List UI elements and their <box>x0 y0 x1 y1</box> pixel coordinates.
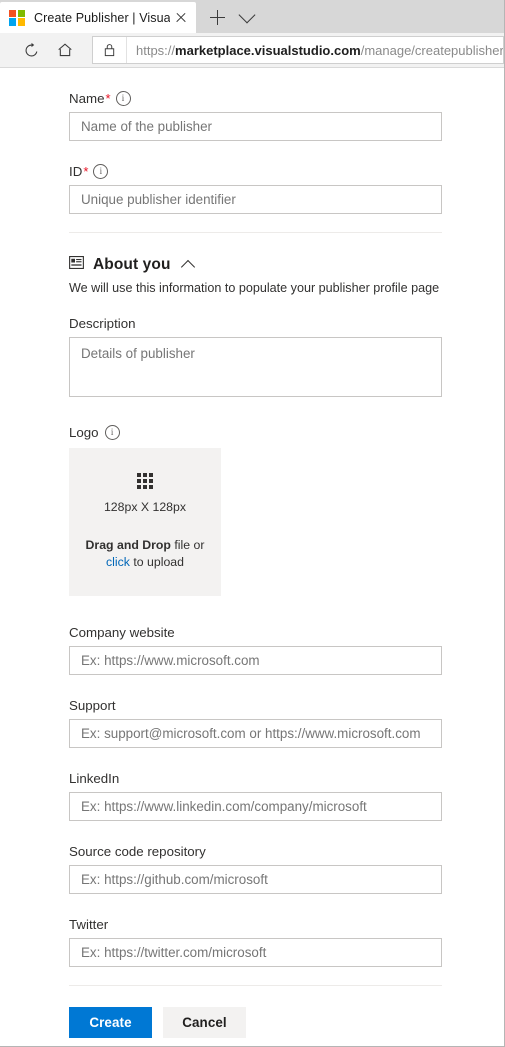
description-label: Description <box>69 315 442 337</box>
field-description: Description <box>69 315 442 402</box>
field-company-website: Company website <box>69 624 442 675</box>
support-label: Support <box>69 697 442 719</box>
field-name: Name * i <box>69 90 442 141</box>
field-logo: Logo i 128px X 128px Drag and Drop file … <box>69 424 442 596</box>
chevron-down-icon <box>238 6 256 24</box>
tab-list-menu-button[interactable] <box>232 2 262 33</box>
info-icon[interactable]: i <box>104 425 120 440</box>
field-twitter: Twitter <box>69 916 442 967</box>
description-label-text: Description <box>69 316 136 331</box>
required-asterisk: * <box>83 164 89 179</box>
support-input[interactable] <box>69 719 442 748</box>
source-repo-label: Source code repository <box>69 843 442 865</box>
chevron-up-icon[interactable] <box>180 259 195 274</box>
browser-toolbar: https://marketplace.visualstudio.com/man… <box>0 33 504 68</box>
support-label-text: Support <box>69 698 116 713</box>
image-grid-icon <box>137 473 153 489</box>
required-asterisk: * <box>105 91 111 106</box>
logo-dimensions: 128px X 128px <box>103 500 187 514</box>
company-website-label: Company website <box>69 624 442 646</box>
info-icon[interactable]: i <box>115 91 131 106</box>
field-linkedin: LinkedIn <box>69 770 442 821</box>
url-path: /manage/createpublisher <box>360 42 503 58</box>
create-publisher-form: Name * i ID * i <box>69 90 442 1038</box>
close-icon[interactable] <box>172 9 190 27</box>
source-repo-label-text: Source code repository <box>69 844 206 859</box>
logo-label-text: Logo <box>69 425 99 440</box>
linkedin-label: LinkedIn <box>69 770 442 792</box>
section-divider <box>69 232 442 233</box>
logo-instructions: Drag and Drop file or click to upload <box>86 537 205 571</box>
address-bar[interactable]: https://marketplace.visualstudio.com/man… <box>92 36 504 64</box>
description-input[interactable] <box>69 337 442 397</box>
reload-button[interactable] <box>14 36 48 64</box>
plus-icon <box>209 10 225 25</box>
about-you-section-header[interactable]: About you <box>69 256 442 274</box>
twitter-input[interactable] <box>69 938 442 967</box>
field-support: Support <box>69 697 442 748</box>
actions-divider <box>69 985 442 986</box>
company-website-input[interactable] <box>69 646 442 675</box>
create-button[interactable]: Create <box>69 1007 152 1038</box>
name-input[interactable] <box>69 112 442 141</box>
home-icon <box>58 43 72 57</box>
upload-link[interactable]: click <box>106 555 130 569</box>
tab-title: Create Publisher | Visua <box>34 10 170 25</box>
home-button[interactable] <box>48 36 82 64</box>
name-label: Name * i <box>69 90 442 112</box>
url-scheme: https:// <box>136 42 176 58</box>
id-label: ID * i <box>69 163 442 185</box>
twitter-label-text: Twitter <box>69 917 109 932</box>
about-you-subtitle: We will use this information to populate… <box>69 281 440 295</box>
cancel-button[interactable]: Cancel <box>163 1007 246 1038</box>
name-label-text: Name <box>69 91 105 106</box>
logo-dropzone[interactable]: 128px X 128px Drag and Drop file or clic… <box>69 448 221 596</box>
about-you-title: About you <box>93 256 171 273</box>
browser-tabstrip: Create Publisher | Visua <box>0 0 504 33</box>
upload-link-rest: to upload <box>129 555 184 569</box>
new-tab-button[interactable] <box>202 2 232 33</box>
company-website-label-text: Company website <box>69 625 175 640</box>
drag-drop-strong: Drag and Drop <box>85 538 171 552</box>
source-repo-input[interactable] <box>69 865 442 894</box>
page-content: Name * i ID * i <box>0 68 504 1046</box>
form-actions: Create Cancel <box>69 1007 442 1038</box>
linkedin-input[interactable] <box>69 792 442 821</box>
id-input[interactable] <box>69 185 442 214</box>
drag-drop-rest: file or <box>170 538 205 552</box>
field-id: ID * i <box>69 163 442 214</box>
logo-label: Logo i <box>69 424 442 446</box>
microsoft-logo-icon <box>9 9 25 26</box>
browser-window: Create Publisher | Visua https://marketp… <box>0 0 505 1047</box>
info-icon[interactable]: i <box>93 164 109 179</box>
id-label-text: ID <box>69 164 83 179</box>
twitter-label: Twitter <box>69 916 442 938</box>
linkedin-label-text: LinkedIn <box>69 771 120 786</box>
url-domain: marketplace.visualstudio.com <box>175 42 361 58</box>
browser-tab-active[interactable]: Create Publisher | Visua <box>0 2 196 33</box>
url-text: https://marketplace.visualstudio.com/man… <box>136 43 503 58</box>
field-source-repo: Source code repository <box>69 843 442 894</box>
lock-icon[interactable] <box>93 37 127 63</box>
reload-icon <box>25 42 37 56</box>
id-card-icon <box>69 256 84 274</box>
